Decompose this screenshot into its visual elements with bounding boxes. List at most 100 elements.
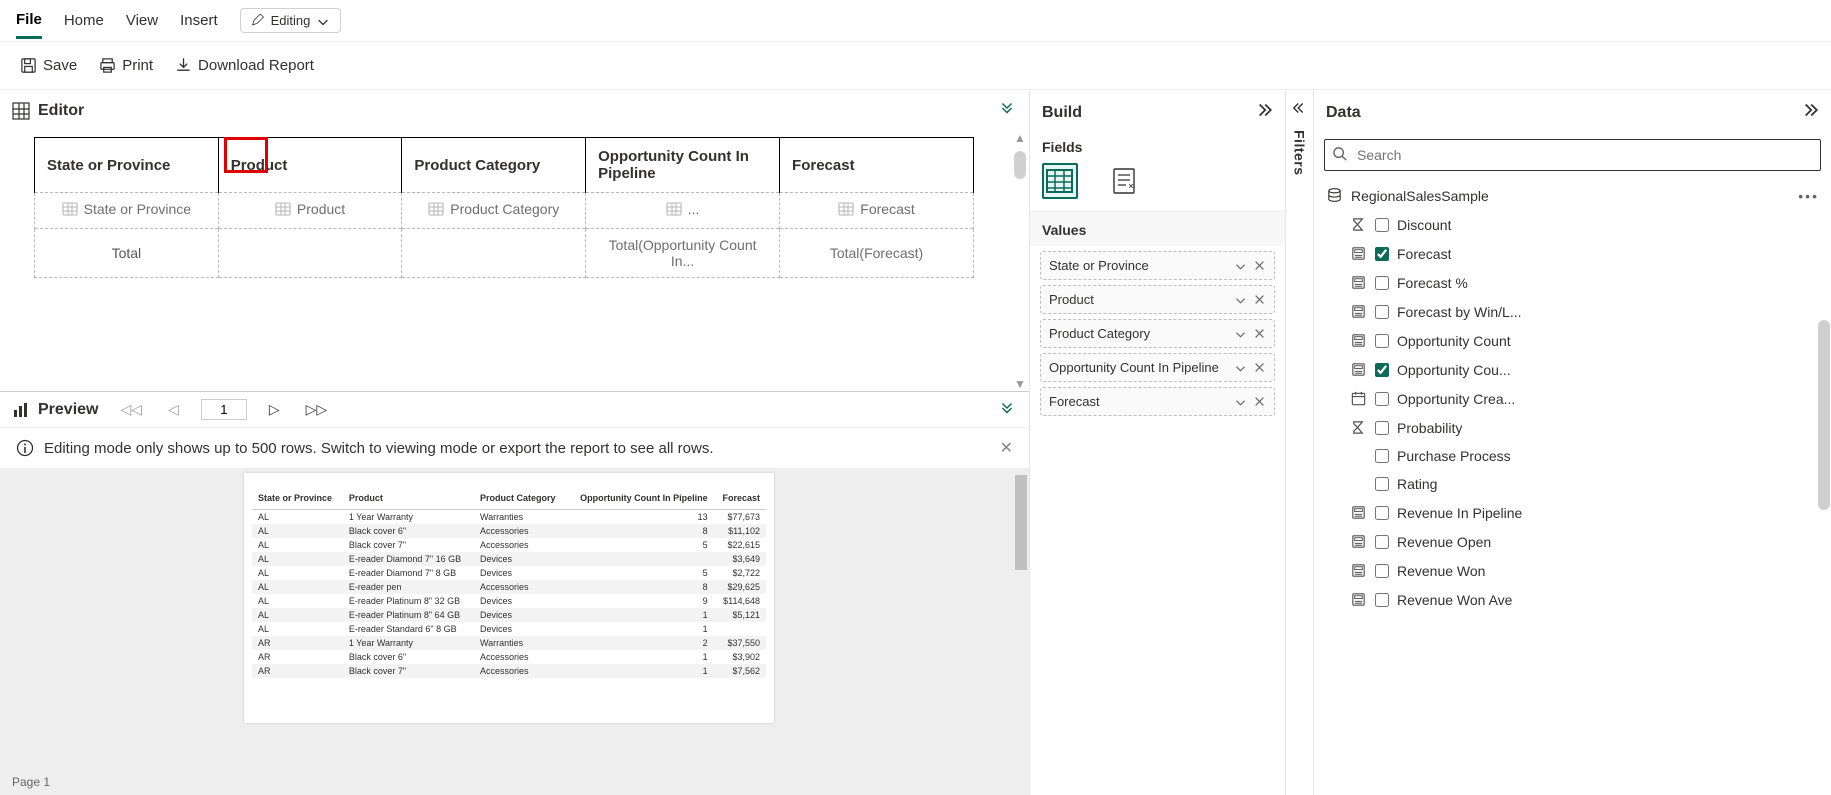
value-field-chip[interactable]: Product Category [1040, 319, 1275, 348]
remove-icon[interactable] [1253, 327, 1266, 340]
value-field-chip[interactable]: State or Province [1040, 251, 1275, 280]
nav-next-button[interactable]: ▷ [265, 401, 284, 418]
nav-first-button[interactable]: ◁◁ [116, 401, 146, 418]
field-checkbox[interactable] [1375, 363, 1389, 377]
chevron-down-icon[interactable] [1234, 259, 1247, 272]
field-checkbox[interactable] [1375, 218, 1389, 232]
chevron-down-icon[interactable] [1234, 293, 1247, 306]
editor-body[interactable]: State or ProvinceProductProduct Category… [0, 131, 1029, 391]
nav-last-button[interactable]: ▷▷ [302, 401, 332, 418]
editor-header-cell[interactable]: Product Category [402, 138, 586, 193]
notice-text: Editing mode only shows up to 500 rows. … [44, 440, 714, 457]
field-label: Revenue Won Ave [1397, 592, 1512, 608]
field-checkbox[interactable] [1375, 535, 1389, 549]
editor-placeholder-cell[interactable]: Product Category [402, 193, 586, 229]
data-field-row[interactable]: Revenue Won [1342, 556, 1825, 585]
fields-label: Fields [1030, 135, 1285, 163]
data-field-row[interactable]: Forecast [1342, 239, 1825, 268]
preview-canvas[interactable]: State or ProvinceProductProduct Category… [0, 469, 1029, 795]
field-checkbox[interactable] [1375, 593, 1389, 607]
editor-header-cell[interactable]: State or Province [35, 138, 219, 193]
filters-label: Filters [1292, 130, 1308, 176]
data-scrollbar[interactable] [1817, 130, 1831, 780]
preview-cell: AR [252, 636, 343, 650]
data-field-row[interactable]: Probability [1342, 413, 1825, 442]
remove-icon[interactable] [1253, 259, 1266, 272]
field-checkbox[interactable] [1375, 421, 1389, 435]
table-row: AL1 Year WarrantyWarranties13$77,673 [252, 510, 766, 525]
preview-scrollbar[interactable] [1014, 469, 1028, 795]
remove-icon[interactable] [1253, 293, 1266, 306]
editor-scrollbar[interactable]: ▲ ▼ [1013, 131, 1027, 391]
tab-file[interactable]: File [16, 3, 42, 39]
preview-cell: AL [252, 552, 343, 566]
editor-placeholder-cell[interactable]: ... [586, 193, 780, 229]
data-field-row[interactable]: Revenue In Pipeline [1342, 498, 1825, 527]
table-row: ALE-reader Platinum 8" 32 GBDevices9$114… [252, 594, 766, 608]
editing-mode-button[interactable]: Editing [240, 8, 342, 33]
data-panel: Data RegionalSalesSample ••• DiscountFor… [1314, 90, 1831, 795]
data-field-row[interactable]: Opportunity Cou... [1342, 355, 1825, 384]
chevron-down-icon[interactable] [1234, 361, 1247, 374]
editor-header-cell[interactable]: Forecast [780, 138, 974, 193]
field-checkbox[interactable] [1375, 276, 1389, 290]
filters-expand-icon[interactable] [1292, 100, 1308, 116]
tab-home[interactable]: Home [64, 4, 104, 37]
value-field-chip[interactable]: Opportunity Count In Pipeline [1040, 353, 1275, 382]
value-field-chip[interactable]: Product [1040, 285, 1275, 314]
tab-view[interactable]: View [126, 4, 158, 37]
notice-close-button[interactable]: ✕ [1000, 438, 1013, 458]
filters-strip[interactable]: Filters [1286, 90, 1314, 795]
tab-insert[interactable]: Insert [180, 4, 218, 37]
field-checkbox[interactable] [1375, 564, 1389, 578]
table-visual-button[interactable] [1042, 163, 1078, 199]
download-report-button[interactable]: Download Report [175, 57, 314, 74]
preview-cell: E-reader Diamond 7" 16 GB [343, 552, 474, 566]
page-number-input[interactable] [201, 399, 247, 420]
field-checkbox[interactable] [1375, 247, 1389, 261]
editor-header-cell[interactable]: Opportunity Count In Pipeline [586, 138, 780, 193]
editor-placeholder-cell[interactable]: Forecast [780, 193, 974, 229]
preview-cell: Devices [474, 594, 566, 608]
data-field-row[interactable]: Revenue Won Ave [1342, 585, 1825, 614]
data-field-row[interactable]: Discount [1342, 210, 1825, 239]
chevron-down-icon[interactable] [1234, 327, 1247, 340]
chevron-down-icon[interactable] [1234, 395, 1247, 408]
preview-collapse-button[interactable] [997, 398, 1017, 421]
build-collapse-button[interactable] [1253, 100, 1273, 125]
data-field-row[interactable]: Forecast by Win/L... [1342, 297, 1825, 326]
save-label: Save [43, 57, 77, 74]
data-field-row[interactable]: Opportunity Crea... [1342, 384, 1825, 413]
data-field-row[interactable]: Purchase Process [1342, 442, 1825, 470]
field-label: Forecast by Win/L... [1397, 304, 1521, 320]
field-checkbox[interactable] [1375, 449, 1389, 463]
print-button[interactable]: Print [99, 57, 153, 74]
editing-mode-label: Editing [271, 13, 311, 28]
field-checkbox[interactable] [1375, 477, 1389, 491]
editor-table[interactable]: State or ProvinceProductProduct Category… [34, 137, 974, 278]
field-checkbox[interactable] [1375, 334, 1389, 348]
data-field-row[interactable]: Opportunity Count [1342, 326, 1825, 355]
editor-placeholder-cell[interactable]: Product [218, 193, 402, 229]
save-button[interactable]: Save [20, 57, 77, 74]
data-collapse-button[interactable] [1799, 100, 1819, 125]
dataset-more-button[interactable]: ••• [1798, 188, 1819, 204]
remove-icon[interactable] [1253, 361, 1266, 374]
field-checkbox[interactable] [1375, 506, 1389, 520]
search-input[interactable] [1324, 139, 1821, 171]
dataset-row[interactable]: RegionalSalesSample ••• [1314, 181, 1831, 210]
field-checkbox[interactable] [1375, 305, 1389, 319]
form-visual-button[interactable] [1108, 163, 1144, 199]
editor-header-cell[interactable]: Product [218, 138, 402, 193]
data-field-row[interactable]: Forecast % [1342, 268, 1825, 297]
table-row: ALE-reader Standard 6" 8 GBDevices1 [252, 622, 766, 636]
field-checkbox[interactable] [1375, 392, 1389, 406]
nav-prev-button[interactable]: ◁ [164, 401, 183, 418]
data-field-row[interactable]: Rating [1342, 470, 1825, 498]
remove-icon[interactable] [1253, 395, 1266, 408]
data-field-row[interactable]: Revenue Open [1342, 527, 1825, 556]
value-field-chip[interactable]: Forecast [1040, 387, 1275, 416]
editor-collapse-button[interactable] [997, 98, 1017, 123]
preview-header-cell: Product Category [474, 491, 566, 510]
editor-placeholder-cell[interactable]: State or Province [35, 193, 219, 229]
